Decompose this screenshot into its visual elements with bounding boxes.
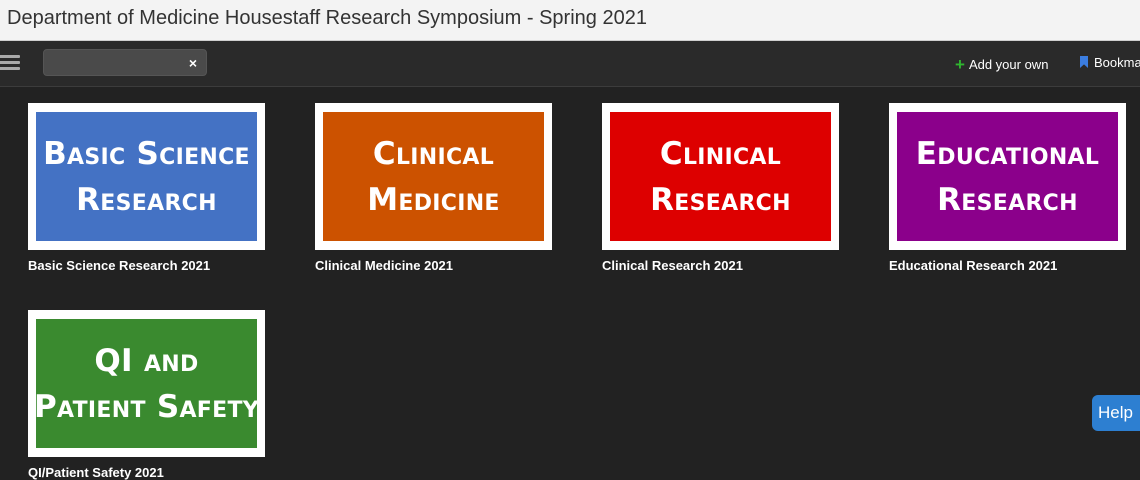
toolbar: × +Add your own Bookmarks <box>0 41 1140 87</box>
tile-clinical-research[interactable]: Clinical Research Clinical Research 2021 <box>602 103 839 273</box>
banner-line-2: Research <box>937 181 1078 218</box>
tile-thumbnail[interactable]: QI and Patient Safety <box>28 310 265 457</box>
plus-icon: + <box>955 55 965 74</box>
banner-line-1: QI and <box>94 342 199 379</box>
tile-banner: Educational Research <box>897 112 1118 241</box>
window-title: Department of Medicine Housestaff Resear… <box>7 7 647 29</box>
tile-caption[interactable]: Basic Science Research 2021 <box>28 258 265 273</box>
banner-line-2: Research <box>650 181 791 218</box>
title-bar: Department of Medicine Housestaff Resear… <box>0 0 1140 41</box>
tile-clinical-medicine[interactable]: Clinical Medicine Clinical Medicine 2021 <box>315 103 552 273</box>
bookmarks-button[interactable]: Bookmarks <box>1080 55 1140 70</box>
tile-banner: Basic Science Research <box>36 112 257 241</box>
tile-caption[interactable]: Clinical Medicine 2021 <box>315 258 552 273</box>
tile-thumbnail[interactable]: Basic Science Research <box>28 103 265 250</box>
tile-educational-research[interactable]: Educational Research Educational Researc… <box>889 103 1126 273</box>
tile-thumbnail[interactable]: Educational Research <box>889 103 1126 250</box>
banner-line-1: Clinical <box>659 135 782 172</box>
add-your-own-label: Add your own <box>968 57 1049 72</box>
help-button[interactable]: Help <box>1092 395 1140 431</box>
banner-line-1: Educational <box>915 135 1100 172</box>
search-box[interactable]: × <box>43 49 207 76</box>
tile-caption[interactable]: QI/Patient Safety 2021 <box>28 465 265 480</box>
tile-caption[interactable]: Clinical Research 2021 <box>602 258 839 273</box>
tile-caption[interactable]: Educational Research 2021 <box>889 258 1126 273</box>
search-input[interactable] <box>50 52 184 74</box>
banner-line-1: Clinical <box>372 135 495 172</box>
tile-qi-patient-safety[interactable]: QI and Patient Safety QI/Patient Safety … <box>28 310 265 480</box>
banner-line-2: Research <box>76 181 217 218</box>
banner-line-1: Basic Science <box>43 135 250 172</box>
tile-banner: QI and Patient Safety <box>33 319 260 448</box>
tile-thumbnail[interactable]: Clinical Research <box>602 103 839 250</box>
hamburger-icon[interactable] <box>0 55 20 71</box>
banner-line-2: Patient Safety <box>33 388 260 425</box>
tile-basic-science-research[interactable]: Basic Science Research Basic Science Res… <box>28 103 265 273</box>
tile-banner: Clinical Medicine <box>323 112 544 241</box>
bookmarks-label: Bookmarks <box>1094 55 1140 70</box>
tile-banner: Clinical Research <box>610 112 831 241</box>
bookmark-icon <box>1080 56 1088 68</box>
add-your-own-button[interactable]: + Add your own <box>955 55 1049 74</box>
tile-thumbnail[interactable]: Clinical Medicine <box>315 103 552 250</box>
close-icon[interactable]: × <box>189 54 197 72</box>
banner-line-2: Medicine <box>367 181 500 218</box>
